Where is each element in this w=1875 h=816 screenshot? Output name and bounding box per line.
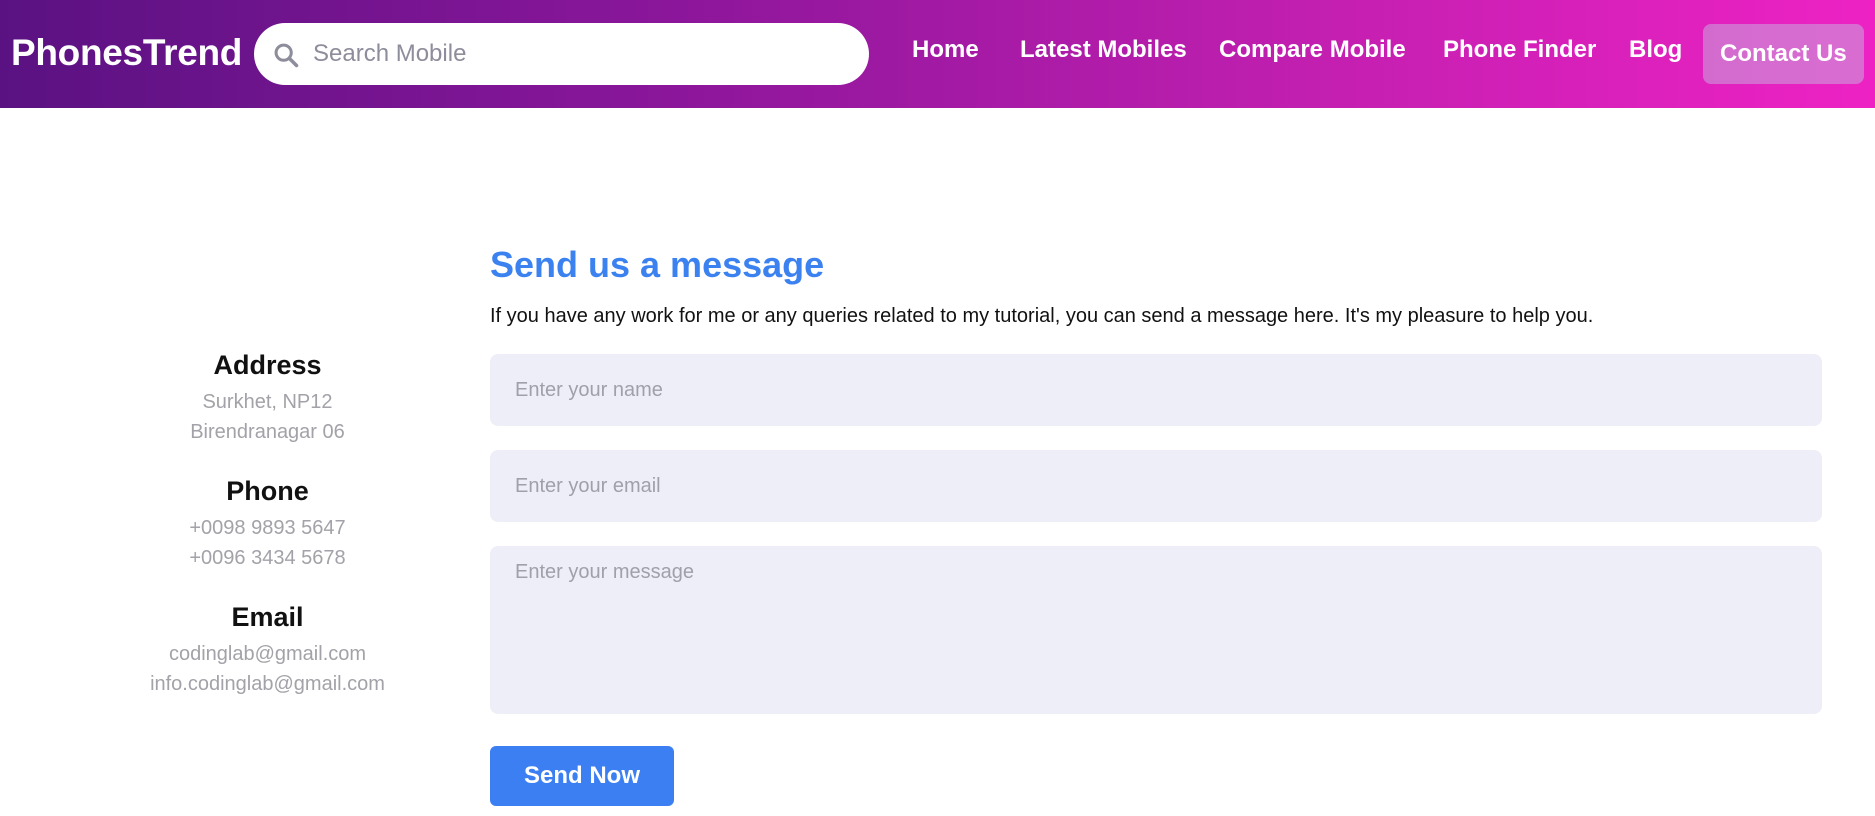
address-title: Address xyxy=(213,350,322,380)
email-line-2: info.codinglab@gmail.com xyxy=(150,673,385,695)
email-block: Email codinglab@gmail.com info.codinglab… xyxy=(110,602,425,699)
nav-blog[interactable]: Blog xyxy=(1629,19,1682,81)
email-input[interactable] xyxy=(490,450,1822,522)
nav-compare-mobile[interactable]: Compare Mobile xyxy=(1219,19,1406,81)
search-input[interactable] xyxy=(313,23,853,85)
message-textarea[interactable] xyxy=(490,546,1822,714)
phone-block: Phone +0098 9893 5647 +0096 3434 5678 xyxy=(110,476,425,573)
form-description: If you have any work for me or any queri… xyxy=(490,305,1594,327)
address-line-1: Surkhet, NP12 xyxy=(202,391,333,413)
phone-line-2: +0096 3434 5678 xyxy=(189,547,346,569)
form-title: Send us a message xyxy=(490,244,825,285)
nav-phone-finder[interactable]: Phone Finder xyxy=(1443,19,1596,81)
email-line-1: codinglab@gmail.com xyxy=(168,643,367,665)
address-line-2: Birendranagar 06 xyxy=(190,421,345,443)
name-input[interactable] xyxy=(490,354,1822,426)
phone-line-1: +0098 9893 5647 xyxy=(189,517,346,539)
email-title: Email xyxy=(231,602,304,632)
top-navbar: PhonesTrend Home Latest Mobiles Compare … xyxy=(0,0,1875,108)
search-box[interactable] xyxy=(254,23,869,85)
address-block: Address Surkhet, NP12 Birendranagar 06 xyxy=(110,350,425,447)
send-now-button[interactable]: Send Now xyxy=(490,746,674,806)
nav-contact-us[interactable]: Contact Us xyxy=(1703,24,1864,84)
nav-home[interactable]: Home xyxy=(912,19,979,81)
search-icon[interactable] xyxy=(272,41,300,69)
site-logo[interactable]: PhonesTrend xyxy=(11,32,242,74)
nav-latest-mobiles[interactable]: Latest Mobiles xyxy=(1020,19,1187,81)
phone-title: Phone xyxy=(226,476,309,506)
